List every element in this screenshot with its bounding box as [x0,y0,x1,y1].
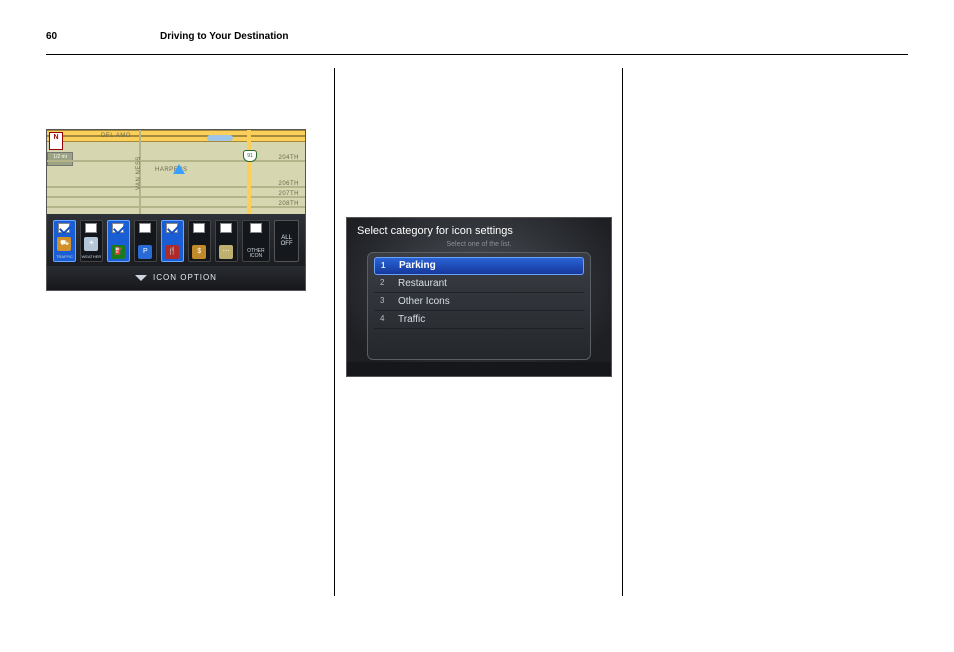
col2-p3: Selecting ICON OPTION displays the follo… [346,196,618,210]
label-vanness: VAN NESS [135,156,143,190]
tip-label: Tip: [641,241,659,252]
iconbar-bank[interactable]: $ [188,220,211,262]
column-divider-2 [622,68,623,596]
list-item-number: 1 [381,261,391,272]
icon-option-button[interactable]: ICON OPTION [47,266,305,290]
list-item-label: Parking [399,259,436,273]
checkbox-icon [139,223,151,233]
iconbar-restaurant[interactable]: 🍴 [161,220,184,262]
road-204 [47,160,305,162]
tip-body: When you say, "Find nearest...," the sys… [641,241,898,279]
col3-li2: • Second, you select ICON OPTION and ver… [636,152,908,193]
road-206 [47,186,305,188]
icon-bar: ⛟ TRAFFIC ☀ WEATHER ⛽ P 🍴 $ [47,214,305,268]
col1-p1: Selecting Show Icon on Map from the Map … [46,94,318,121]
map-scale[interactable]: 1/2 mi [47,152,73,166]
road-harpers [47,136,305,142]
page-number: 60 [46,30,57,44]
list-item-label: Traffic [398,313,425,327]
iconbar-other-label-cell[interactable]: OTHER ICON [242,220,271,262]
col1-iconbar-label: Icon Bar (curved row of icon symbols) [46,323,318,337]
label-207: 207TH [278,190,299,198]
list-item-label: Other Icons [398,295,450,309]
iconbar-parking[interactable]: P [134,220,157,262]
restaurant-icon: 🍴 [165,245,179,259]
col3-li1: • First, you would ensure that the OTHER… [636,117,908,144]
list-item-restaurant[interactable]: 2 Restaurant [374,275,584,293]
iconbar-other-label: OTHER ICON [247,249,265,259]
label-delamo: DEL AMO [101,132,131,140]
checkbox-icon [193,223,205,233]
list-item-parking[interactable]: 1 Parking [374,257,584,275]
label-204: 204TH [278,154,299,162]
column-2: Icon Options (ICON OPTION) This feature … [346,68,618,463]
iconbar-traffic-label: TRAFFIC [56,255,73,259]
compass-icon[interactable]: N [49,132,63,150]
list-item-other-icons[interactable]: 3 Other Icons [374,293,584,311]
list-item-number: 3 [380,296,390,307]
page-header-title: Driving to Your Destination [160,30,289,44]
figure-category-list: Select category for icon settings Select… [346,217,612,377]
section-subhead: Showing Icons on the Map [46,72,318,88]
col1-p3: The icon bar allows you to manually sele… [46,344,318,439]
figure-map-iconbar: N 1/2 mi DEL AMO HARPERS 204TH 206TH 207… [46,129,306,291]
label-208: 208TH [278,200,299,208]
checkbox-icon [220,223,232,233]
checkbox-icon [112,223,124,233]
checkbox-icon [166,223,178,233]
road-major-v2 [247,130,251,214]
route-shield-icon: 91 [243,150,257,162]
list-item-traffic[interactable]: 4 Traffic [374,311,584,329]
iconbar-traffic[interactable]: ⛟ TRAFFIC [53,220,76,262]
checkbox-icon [85,223,97,233]
iconbar-gas[interactable]: ⛽ [107,220,130,262]
other-icon: ⋯ [219,245,233,259]
col3-p2: If you select Other Icons from the Selec… [636,200,908,227]
gas-icon: ⛽ [111,245,125,259]
fig2-footer-bar [347,362,611,376]
tip-box: Tip: When you say, "Find nearest...," th… [636,235,908,286]
col2-icon-options-label: Icon Options (ICON OPTION) [346,68,618,82]
list-item-number: 4 [380,314,390,325]
header-rule [46,54,908,55]
fig2-title: Select category for icon settings [347,224,611,239]
list-item-number: 2 [380,278,390,289]
col1-p2: The screen consists of the following ite… [46,301,318,315]
traffic-icon: ⛟ [57,237,71,251]
col3-p1: For instance, let's assume that your hos… [636,68,908,109]
map-water-icon [207,135,233,141]
road-208 [47,206,305,208]
weather-icon: ☀ [84,237,98,251]
fig2-list-panel: 1 Parking 2 Restaurant 3 Other Icons 4 T… [367,252,591,360]
iconbar-other[interactable]: ⋯ [215,220,238,262]
column-1: Showing Icons on the Map Selecting Show … [46,68,318,447]
iconbar-all-off[interactable]: ALL OFF [274,220,299,262]
column-divider-1 [334,68,335,596]
fig2-subtitle: Select one of the list. [347,240,611,249]
bank-icon: $ [192,245,206,259]
column-3: For instance, let's assume that your hos… [636,68,908,286]
road-207 [47,196,305,198]
checkbox-icon [58,223,70,233]
map-area[interactable]: N 1/2 mi DEL AMO HARPERS 204TH 206TH 207… [47,130,305,214]
iconbar-weather-label: WEATHER [82,255,102,259]
vehicle-cursor-icon [173,164,185,174]
col2-cat-subhead: Icon Options [346,174,618,190]
checkbox-icon [250,223,262,233]
col2-p1: This feature allows you to "fine tune" s… [346,90,618,117]
col2-exit-label: Exit Screen [346,125,618,139]
list-item-label: Restaurant [398,277,447,291]
label-206: 206TH [278,180,299,188]
parking-icon: P [138,245,152,259]
col2-p2: Select Return to return to the map scree… [346,146,618,160]
iconbar-all-off-label: ALL OFF [281,235,293,248]
icon-option-label: ICON OPTION [153,273,217,284]
col2-p4: This feature allows you to "fine tune" s… [346,387,618,455]
chevron-down-icon [135,275,147,281]
iconbar-weather[interactable]: ☀ WEATHER [80,220,103,262]
